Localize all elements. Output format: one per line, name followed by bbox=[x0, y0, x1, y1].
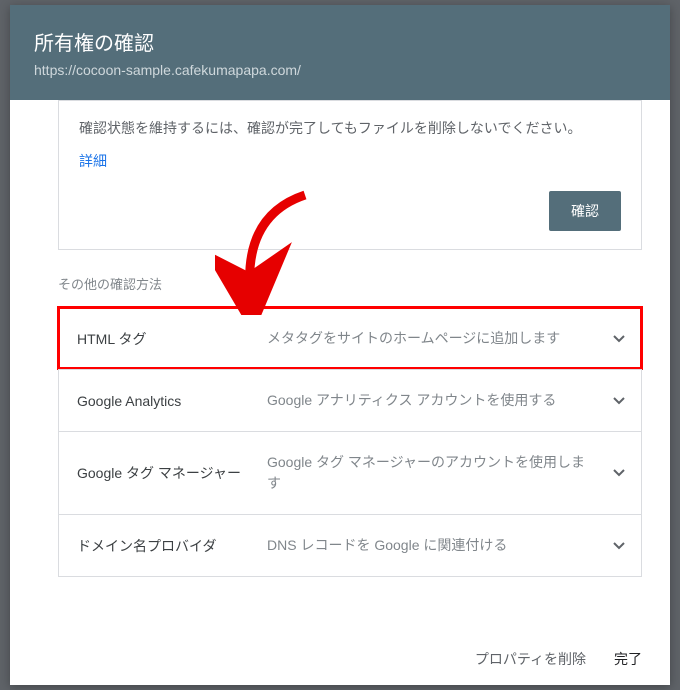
chevron-down-icon bbox=[613, 466, 625, 480]
info-text: 確認状態を維持するには、確認が完了してもファイルを削除しないでください。 bbox=[79, 117, 621, 139]
method-name: ドメイン名プロバイダ bbox=[77, 536, 267, 556]
method-google-analytics[interactable]: Google Analytics Google アナリティクス アカウントを使用… bbox=[58, 369, 642, 431]
method-desc: メタタグをサイトのホームページに追加します bbox=[267, 328, 623, 349]
method-name: HTML タグ bbox=[77, 329, 267, 349]
chevron-down-icon bbox=[613, 332, 625, 346]
info-box: 確認状態を維持するには、確認が完了してもファイルを削除しないでください。 詳細 … bbox=[58, 100, 642, 250]
details-link[interactable]: 詳細 bbox=[79, 151, 107, 171]
method-desc: Google タグ マネージャーのアカウントを使用します bbox=[267, 452, 623, 494]
method-html-tag[interactable]: HTML タグ メタタグをサイトのホームページに追加します bbox=[58, 307, 642, 369]
method-name: Google Analytics bbox=[77, 393, 267, 409]
chevron-down-icon bbox=[613, 394, 625, 408]
dialog-title: 所有権の確認 bbox=[34, 27, 646, 56]
dialog-footer: プロパティを削除 完了 bbox=[10, 632, 670, 685]
chevron-down-icon bbox=[613, 539, 625, 553]
verification-dialog: 所有権の確認 https://cocoon-sample.cafekumapap… bbox=[10, 5, 670, 685]
confirm-button[interactable]: 確認 bbox=[549, 191, 621, 231]
method-desc: DNS レコードを Google に関連付ける bbox=[267, 535, 623, 556]
method-domain-provider[interactable]: ドメイン名プロバイダ DNS レコードを Google に関連付ける bbox=[58, 514, 642, 577]
method-name: Google タグ マネージャー bbox=[77, 463, 267, 483]
done-button[interactable]: 完了 bbox=[614, 649, 642, 669]
dialog-content: 確認状態を維持するには、確認が完了してもファイルを削除しないでください。 詳細 … bbox=[10, 100, 670, 632]
section-label: その他の確認方法 bbox=[58, 274, 642, 293]
delete-property-button[interactable]: プロパティを削除 bbox=[475, 649, 586, 669]
confirm-row: 確認 bbox=[79, 191, 621, 231]
dialog-subtitle: https://cocoon-sample.cafekumapapa.com/ bbox=[34, 62, 646, 78]
dialog-header: 所有権の確認 https://cocoon-sample.cafekumapap… bbox=[10, 5, 670, 100]
method-google-tag-manager[interactable]: Google タグ マネージャー Google タグ マネージャーのアカウントを… bbox=[58, 431, 642, 514]
method-desc: Google アナリティクス アカウントを使用する bbox=[267, 390, 623, 411]
